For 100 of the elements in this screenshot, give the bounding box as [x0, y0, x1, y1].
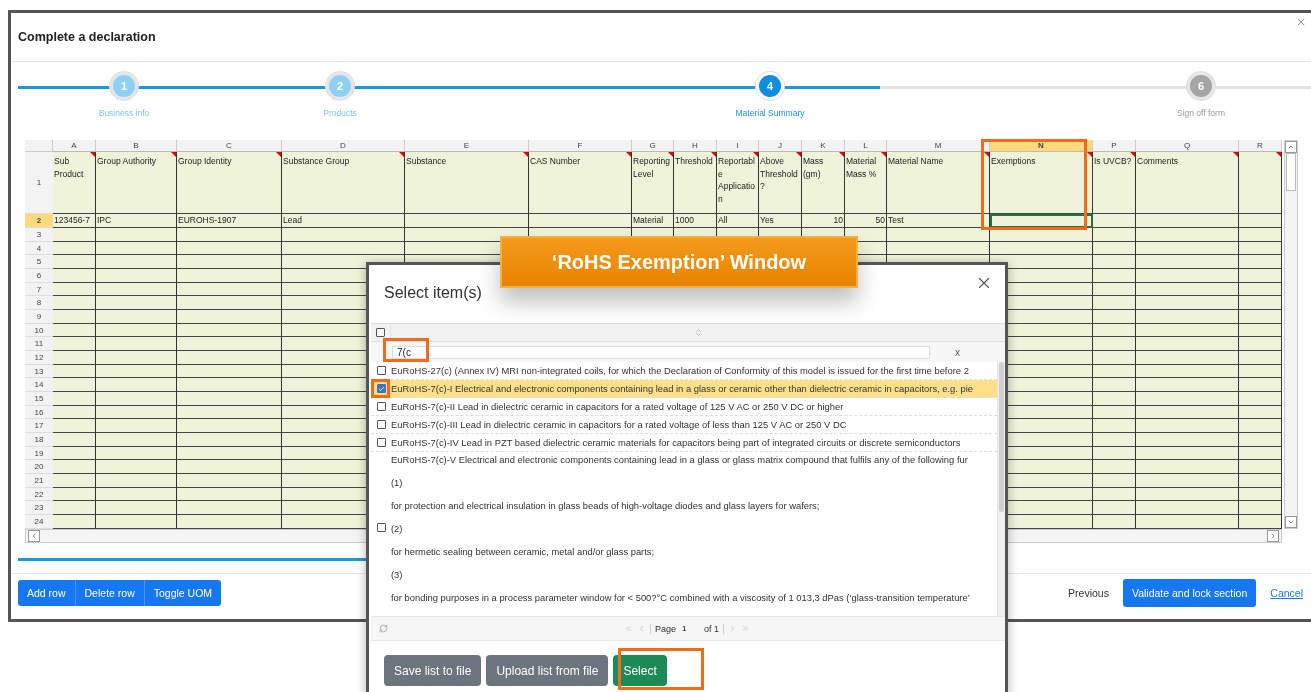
table-cell[interactable]: [96, 255, 177, 269]
column-header[interactable]: C: [177, 140, 282, 152]
table-cell[interactable]: [53, 351, 96, 365]
table-cell[interactable]: [177, 433, 282, 447]
column-header[interactable]: R: [1239, 140, 1282, 152]
table-cell[interactable]: [53, 310, 96, 324]
table-cell[interactable]: [96, 269, 177, 283]
clear-filter-button[interactable]: x: [952, 346, 963, 358]
table-cell[interactable]: [1239, 501, 1282, 516]
scroll-left-button[interactable]: [28, 529, 40, 542]
row-header[interactable]: 1: [25, 152, 53, 214]
table-cell[interactable]: [1136, 228, 1239, 242]
table-cell[interactable]: [96, 228, 177, 242]
row-header[interactable]: 24: [25, 515, 53, 529]
table-cell[interactable]: [1136, 351, 1239, 365]
column-header[interactable]: H: [674, 140, 717, 152]
list-item[interactable]: EuRoHS-7(c)-III Lead in dielectric ceramic in capacitors for a rated voltage of less than 125 V AC or 250 V DC: [371, 416, 997, 434]
table-cell[interactable]: [1093, 501, 1136, 516]
table-cell[interactable]: 50: [845, 214, 887, 228]
row-header[interactable]: 12: [25, 351, 53, 365]
table-cell[interactable]: [53, 323, 96, 338]
table-cell[interactable]: [177, 487, 282, 502]
item-checkbox[interactable]: [376, 366, 386, 375]
table-cell[interactable]: All: [717, 214, 759, 228]
table-cell[interactable]: [1093, 405, 1136, 420]
table-cell[interactable]: [1239, 269, 1282, 283]
list-scrollbar[interactable]: [997, 362, 1005, 616]
table-cell[interactable]: [1093, 419, 1136, 434]
item-checkbox[interactable]: [376, 523, 386, 532]
table-cell[interactable]: [177, 296, 282, 311]
table-cell[interactable]: [96, 405, 177, 420]
table-cell[interactable]: [1136, 337, 1239, 352]
table-cell[interactable]: [1136, 419, 1239, 434]
table-cell[interactable]: [887, 228, 990, 242]
row-header[interactable]: 17: [25, 419, 53, 434]
table-cell[interactable]: Substance: [405, 152, 529, 214]
table-cell[interactable]: [405, 214, 529, 228]
table-cell[interactable]: [96, 378, 177, 393]
file-button[interactable]: Save list to file: [384, 655, 482, 686]
table-cell[interactable]: [990, 228, 1093, 242]
row-header[interactable]: 18: [25, 433, 53, 447]
scrollbar-thumb[interactable]: [999, 362, 1004, 512]
table-cell[interactable]: [1093, 474, 1136, 488]
table-cell[interactable]: [1093, 241, 1136, 256]
table-cell[interactable]: [1239, 378, 1282, 393]
table-cell[interactable]: Mass (gm): [802, 152, 845, 214]
column-header[interactable]: B: [96, 140, 177, 152]
table-cell[interactable]: [1093, 392, 1136, 406]
table-cell[interactable]: [96, 296, 177, 311]
table-cell[interactable]: [96, 323, 177, 338]
table-cell[interactable]: [53, 228, 96, 242]
table-cell[interactable]: [1136, 255, 1239, 269]
row-header[interactable]: 14: [25, 378, 53, 393]
page-input[interactable]: 1: [680, 622, 701, 635]
table-cell[interactable]: Reporting Level: [632, 152, 674, 214]
table-cell[interactable]: [1136, 269, 1239, 283]
table-cell[interactable]: [96, 337, 177, 352]
list-item[interactable]: EuRoHS-7(c)-IV Lead in PZT based dielectric ceramic materials for capacitors being part of integrated circuits or discrete semiconductors: [371, 434, 997, 452]
table-cell[interactable]: [53, 433, 96, 447]
table-cell[interactable]: [53, 446, 96, 461]
file-button[interactable]: Upload list from file: [486, 655, 609, 686]
table-cell[interactable]: [1136, 323, 1239, 338]
table-cell[interactable]: [1093, 255, 1136, 269]
previous-button[interactable]: Previous: [1068, 587, 1109, 600]
table-cell[interactable]: [887, 241, 990, 256]
table-cell[interactable]: [1136, 446, 1239, 461]
select-button[interactable]: Select: [613, 655, 667, 686]
column-header[interactable]: G: [632, 140, 674, 152]
table-cell[interactable]: Group Identity: [177, 152, 282, 214]
table-cell[interactable]: [1239, 419, 1282, 434]
table-cell[interactable]: [177, 269, 282, 283]
table-cell[interactable]: [96, 241, 177, 256]
column-header[interactable]: I: [717, 140, 759, 152]
table-cell[interactable]: [1239, 364, 1282, 379]
table-cell[interactable]: [1093, 269, 1136, 283]
table-cell[interactable]: [177, 337, 282, 352]
scroll-down-button[interactable]: [1285, 515, 1297, 528]
table-cell[interactable]: [96, 419, 177, 434]
column-header[interactable]: K: [802, 140, 845, 152]
list-item[interactable]: EuRoHS-7(c)-I Electrical and electronic components containing lead in a glass or ceramic other than dielectric ceramic in capacitors, e.g. pie: [371, 380, 997, 398]
table-cell[interactable]: [177, 460, 282, 475]
table-cell[interactable]: [1093, 446, 1136, 461]
table-cell[interactable]: [1093, 364, 1136, 379]
table-cell[interactable]: Yes: [759, 214, 802, 228]
table-cell[interactable]: [53, 255, 96, 269]
table-cell[interactable]: [177, 255, 282, 269]
table-cell[interactable]: [1093, 487, 1136, 502]
table-cell[interactable]: [1136, 405, 1239, 420]
table-cell[interactable]: Is UVCB?: [1093, 152, 1136, 214]
row-header[interactable]: 15: [25, 392, 53, 406]
table-cell[interactable]: [1093, 378, 1136, 393]
table-cell[interactable]: [1239, 241, 1282, 256]
column-header[interactable]: A: [53, 140, 96, 152]
table-cell[interactable]: [177, 351, 282, 365]
scroll-up-button[interactable]: [1285, 141, 1297, 153]
table-cell[interactable]: [1136, 378, 1239, 393]
table-cell[interactable]: [1136, 282, 1239, 297]
row-header[interactable]: 9: [25, 310, 53, 324]
table-cell[interactable]: [53, 378, 96, 393]
table-cell[interactable]: 123456-7: [53, 214, 96, 228]
